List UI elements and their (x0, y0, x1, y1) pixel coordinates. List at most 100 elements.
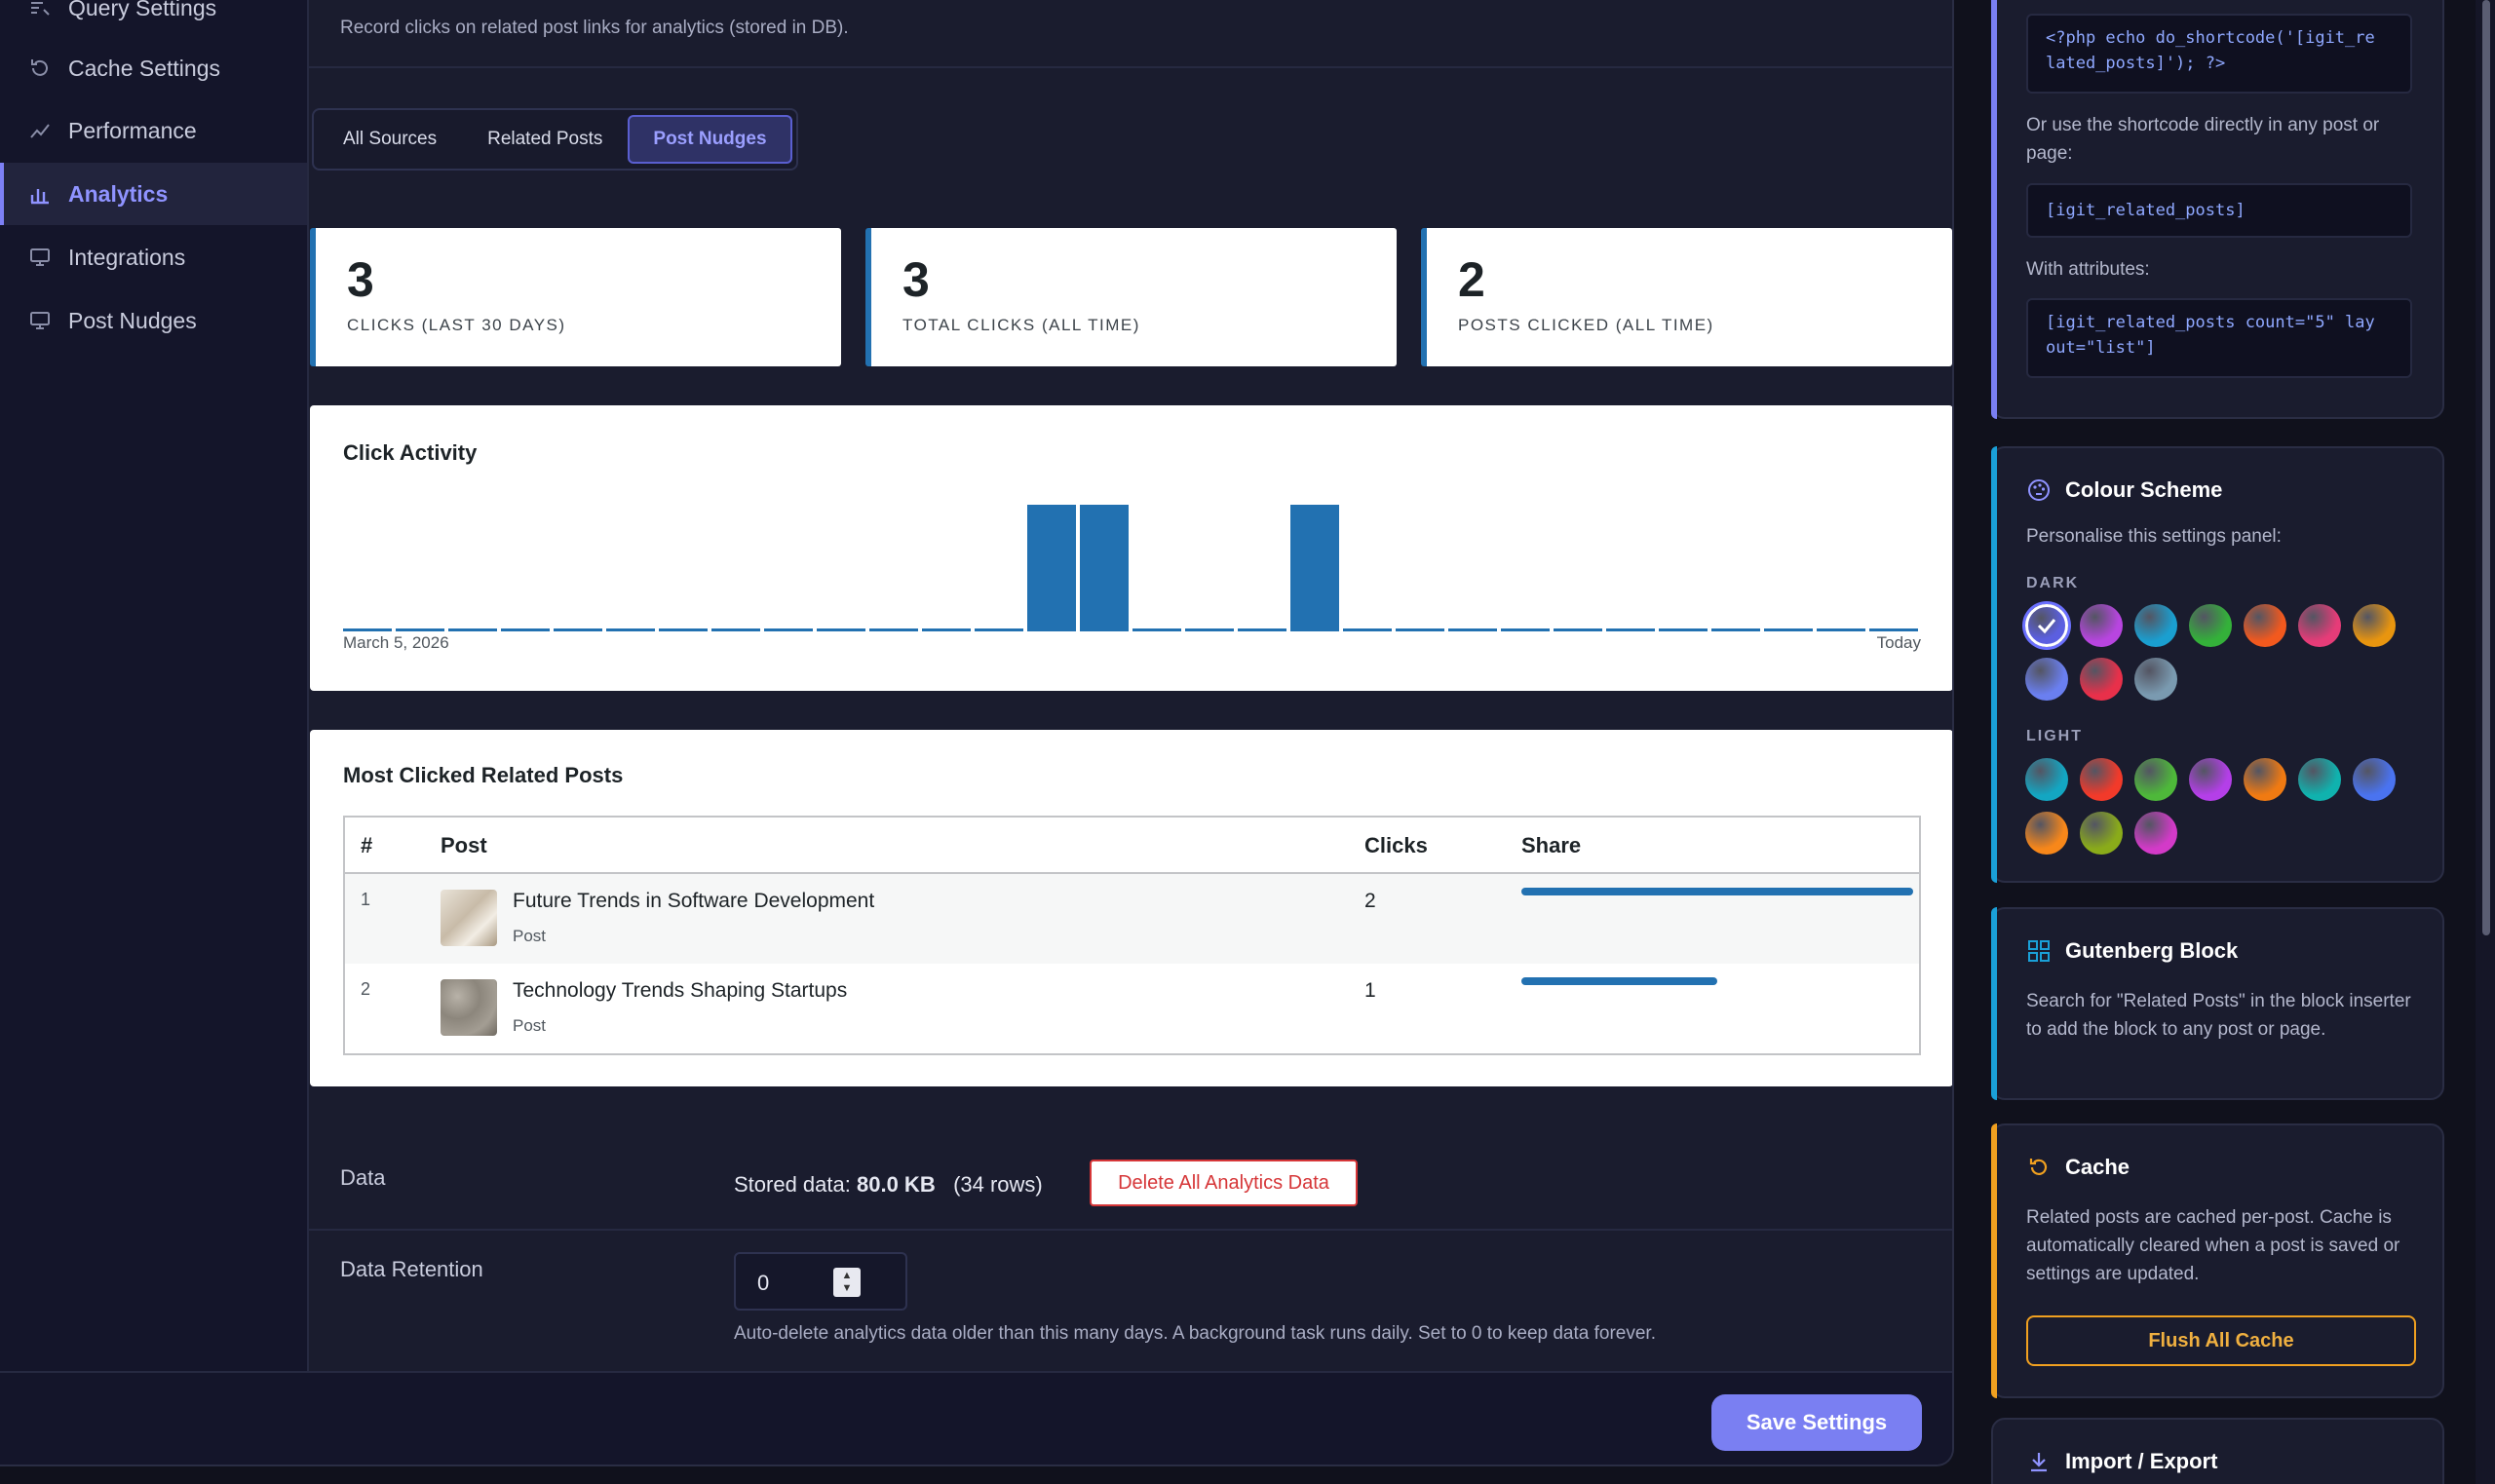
sidebar-item-integrations[interactable]: Integrations (0, 226, 307, 288)
activity-bar (501, 628, 550, 631)
click-activity-card: Click Activity March 5, 2026 Today (310, 405, 1952, 691)
stepper-icon[interactable]: ▲ ▼ (833, 1268, 861, 1297)
dark-swatch-7[interactable] (2353, 604, 2396, 647)
activity-bar (343, 628, 392, 631)
activity-bar (1606, 628, 1655, 631)
trend-icon (27, 118, 53, 143)
gutenberg-title: Gutenberg Block (2026, 938, 2238, 964)
flush-cache-button[interactable]: Flush All Cache (2026, 1315, 2416, 1366)
scrollbar-thumb[interactable] (2482, 0, 2490, 935)
dark-swatch-5[interactable] (2244, 604, 2286, 647)
main-content: Record clicks on related post links for … (309, 0, 1952, 1371)
checkmark-icon (2037, 619, 2056, 634)
sidebar-item-label: Integrations (68, 244, 186, 270)
sidebar-item-analytics[interactable]: Analytics (0, 163, 307, 225)
light-swatch-1[interactable] (2025, 758, 2068, 801)
light-swatch-4[interactable] (2189, 758, 2232, 801)
activity-bar (1659, 628, 1708, 631)
row-rank: 2 (361, 979, 371, 999)
dark-swatch-6[interactable] (2298, 604, 2341, 647)
table-title: Most Clicked Related Posts (343, 763, 624, 787)
attributes-snippet[interactable]: [igit_related_posts count="5" lay out="l… (2026, 298, 2412, 378)
dark-label: DARK (2026, 575, 2080, 591)
post-title-link[interactable]: Future Trends in Software Development (513, 890, 874, 913)
delete-analytics-button[interactable]: Delete All Analytics Data (1090, 1160, 1358, 1206)
retention-help: Auto-delete analytics data older than th… (734, 1323, 1656, 1344)
sidebar-item-post-nudges[interactable]: Post Nudges (0, 289, 307, 352)
sidebar: Query Settings Cache Settings Performanc… (0, 0, 309, 1371)
col-rank: # (361, 833, 373, 857)
light-swatch-9[interactable] (2080, 812, 2123, 855)
stat-value: 3 (347, 252, 374, 307)
save-settings-button[interactable]: Save Settings (1711, 1394, 1922, 1451)
stat-label: TOTAL CLICKS (ALL TIME) (902, 316, 1140, 334)
most-clicked-card: Most Clicked Related Posts # Post Clicks… (310, 730, 1952, 1086)
retention-days-input[interactable]: 0 ▲ ▼ (734, 1252, 907, 1311)
col-post: Post (441, 833, 487, 857)
activity-bar (659, 628, 708, 631)
activity-bar (1185, 628, 1234, 631)
post-thumbnail[interactable] (441, 979, 497, 1036)
shortcode-snippet[interactable]: [igit_related_posts] (2026, 183, 2412, 238)
light-swatch-10[interactable] (2134, 812, 2177, 855)
activity-bar (1448, 628, 1497, 631)
sidebar-item-label: Query Settings (68, 0, 217, 20)
card-accent (1991, 446, 1997, 883)
stat-label: POSTS CLICKED (ALL TIME) (1458, 316, 1714, 334)
grid-icon (2026, 938, 2052, 964)
monitor-icon (27, 308, 53, 333)
activity-bar (1027, 505, 1076, 631)
monitor-icon (27, 245, 53, 270)
activity-bar (764, 628, 813, 631)
activity-bar (975, 628, 1023, 631)
post-type: Post (513, 927, 547, 945)
gutenberg-card: Gutenberg Block Search for "Related Post… (1991, 907, 2444, 1100)
colour-scheme-subtitle: Personalise this settings panel: (2026, 526, 2282, 547)
dark-swatch-2[interactable] (2080, 604, 2123, 647)
dark-swatch-9[interactable] (2080, 658, 2123, 701)
gutenberg-text: Search for "Related Posts" in the block … (2026, 991, 2411, 1040)
sidebar-item-query-settings[interactable]: Query Settings (0, 0, 307, 39)
card-accent (1991, 1123, 1997, 1398)
activity-bar (1132, 628, 1181, 631)
activity-bar (711, 628, 760, 631)
stat-value: 3 (902, 252, 930, 307)
sidebar-item-cache-settings[interactable]: Cache Settings (0, 37, 307, 99)
cache-title: Cache (2026, 1155, 2130, 1180)
tab-all-sources[interactable]: All Sources (318, 115, 462, 164)
activity-bar (1554, 628, 1602, 631)
light-swatch-3[interactable] (2134, 758, 2177, 801)
dark-swatch-3[interactable] (2134, 604, 2177, 647)
colour-scheme-heading: Colour Scheme (2065, 477, 2223, 502)
activity-bar (396, 628, 444, 631)
dark-swatch-4[interactable] (2189, 604, 2232, 647)
light-swatch-6[interactable] (2298, 758, 2341, 801)
post-thumbnail[interactable] (441, 890, 497, 946)
activity-bar (1290, 505, 1339, 631)
tab-post-nudges[interactable]: Post Nudges (628, 115, 792, 164)
dark-swatch-1[interactable] (2025, 604, 2068, 647)
activity-bar (1711, 628, 1760, 631)
tab-related-posts[interactable]: Related Posts (462, 115, 628, 164)
import-export-heading: Import / Export (2065, 1449, 2218, 1473)
chart-end-label: Today (1876, 633, 1921, 652)
light-swatch-7[interactable] (2353, 758, 2396, 801)
dark-swatch-8[interactable] (2025, 658, 2068, 701)
light-swatch-5[interactable] (2244, 758, 2286, 801)
light-swatch-2[interactable] (2080, 758, 2123, 801)
col-share: Share (1521, 833, 1582, 857)
light-swatch-8[interactable] (2025, 812, 2068, 855)
template-usage-card: <?php echo do_shortcode('[igit_re lated_… (1991, 0, 2444, 419)
dark-swatch-10[interactable] (2134, 658, 2177, 701)
post-title-link[interactable]: Technology Trends Shaping Startups (513, 979, 847, 1003)
chart-title: Click Activity (343, 440, 478, 465)
download-icon (2026, 1449, 2052, 1474)
source-tabs: All Sources Related Posts Post Nudges (312, 108, 798, 171)
sidebar-item-performance[interactable]: Performance (0, 99, 307, 162)
php-code-snippet[interactable]: <?php echo do_shortcode('[igit_re lated_… (2026, 14, 2412, 94)
retention-value: 0 (757, 1271, 770, 1295)
stat-value: 2 (1458, 252, 1485, 307)
activity-bar (606, 628, 655, 631)
sidebar-item-label: Cache Settings (68, 55, 220, 81)
divider (309, 1229, 1952, 1231)
